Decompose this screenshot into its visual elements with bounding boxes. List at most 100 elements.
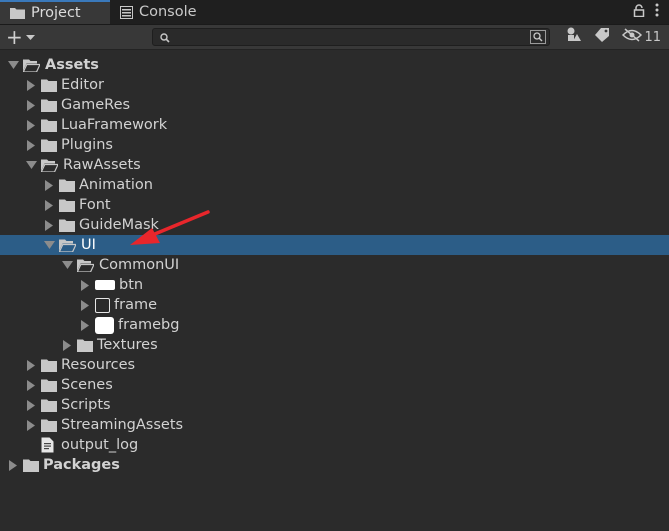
tree-item-frame[interactable]: frame [0,295,669,315]
project-toolbar: + 11 [0,25,669,50]
tab-console[interactable]: Console [110,0,220,24]
expand-arrow-down-icon[interactable] [25,159,37,171]
tree-item-scenes[interactable]: Scenes [0,375,669,395]
tree-item-label: Textures [97,337,158,353]
expand-arrow-right-icon[interactable] [25,119,37,131]
expand-arrow-down-icon[interactable] [43,239,55,251]
folder-icon [59,178,75,192]
expand-arrow-down-icon[interactable] [61,259,73,271]
search-by-type-icon[interactable] [530,30,546,48]
tree-item-label: LuaFramework [61,117,168,133]
sprite-btn-icon [95,280,115,290]
tree-item-label: RawAssets [63,157,141,173]
more-options-icon[interactable] [655,3,659,21]
tab-label: Project [31,5,81,21]
tree-item-label: GameRes [61,97,131,113]
tree-item-commonui[interactable]: CommonUI [0,255,669,275]
tree-item-ui[interactable]: UI [0,235,669,255]
tree-item-luaframework[interactable]: LuaFramework [0,115,669,135]
folder-open-icon [59,238,77,252]
sprite-frame-icon [95,297,110,313]
expand-arrow-right-icon[interactable] [61,339,73,351]
expand-arrow-right-icon[interactable] [79,279,91,291]
expand-arrow-right-icon[interactable] [25,99,37,111]
expand-arrow-right-icon[interactable] [25,79,37,91]
search-icon [160,31,170,47]
tree-item-animation[interactable]: Animation [0,175,669,195]
tree-item-packages[interactable]: Packages [0,455,669,475]
expand-arrow-right-icon[interactable] [79,299,91,311]
tree-item-label: btn [119,277,144,293]
folder-icon [41,418,57,432]
tree-item-label: Scenes [61,377,113,393]
tree-item-label: CommonUI [99,257,180,273]
search-field[interactable] [152,28,550,46]
folder-icon [10,7,25,19]
tab-project[interactable]: Project [0,0,110,24]
lock-icon[interactable] [633,3,645,21]
tree-item-label: Editor [61,77,104,93]
tree-item-label: Plugins [61,137,113,153]
expand-arrow-right-icon[interactable] [7,459,19,471]
tree-item-label: Packages [43,457,120,473]
tree-item-output-log[interactable]: output_log [0,435,669,455]
expand-arrow-right-icon[interactable] [25,359,37,371]
tree-item-label: Animation [79,177,153,193]
folder-icon [41,398,57,412]
tree-item-font[interactable]: Font [0,195,669,215]
expand-arrow-right-icon[interactable] [79,319,91,331]
expand-arrow-right-icon[interactable] [25,139,37,151]
tree-item-textures[interactable]: Textures [0,335,669,355]
tree-item-label: Font [79,197,111,213]
tree-item-guidemask[interactable]: GuideMask [0,215,669,235]
label-tag-icon[interactable] [594,28,610,46]
expand-arrow-right-icon[interactable] [25,399,37,411]
tree-item-label: StreamingAssets [61,417,184,433]
plus-label: + [6,25,23,49]
expand-arrow-right-icon[interactable] [25,419,37,431]
folder-open-icon [77,258,95,272]
tree-item-label: GuideMask [79,217,159,233]
chevron-down-icon [25,29,35,45]
search-by-type-filter-icon[interactable] [566,27,582,47]
hidden-packages-icon[interactable] [622,28,643,46]
tree-item-label: Scripts [61,397,111,413]
asset-tree: Assets Editor GameRes LuaFramework Plugins Ra… [0,55,669,475]
tree-item-scripts[interactable]: Scripts [0,395,669,415]
folder-icon [41,78,57,92]
console-icon [120,5,133,19]
tree-item-assets[interactable]: Assets [0,55,669,75]
folder-open-icon [23,58,41,72]
tree-item-label: Assets [45,57,99,73]
folder-icon [59,198,75,212]
tree-item-resources[interactable]: Resources [0,355,669,375]
tree-item-label: frame [114,297,157,313]
folder-icon [41,118,57,132]
tree-item-streamingassets[interactable]: StreamingAssets [0,415,669,435]
expand-arrow-right-icon[interactable] [25,379,37,391]
folder-icon [23,458,39,472]
tree-item-label: UI [81,237,96,253]
add-asset-button[interactable]: + [6,27,35,47]
expand-arrow-down-icon[interactable] [7,59,19,71]
folder-icon [77,338,93,352]
expand-arrow-right-icon[interactable] [43,219,55,231]
folder-open-icon [41,158,59,172]
tab-bar: Project Console [0,0,669,25]
tree-item-editor[interactable]: Editor [0,75,669,95]
folder-icon [41,138,57,152]
hidden-package-count: 11 [644,29,661,45]
expand-arrow-right-icon[interactable] [43,199,55,211]
sprite-framebg-icon [95,316,114,334]
expand-arrow-right-icon[interactable] [43,179,55,191]
tree-item-btn[interactable]: btn [0,275,669,295]
folder-icon [41,358,57,372]
search-input[interactable] [173,29,523,45]
tree-item-label: output_log [61,437,139,453]
tree-item-plugins[interactable]: Plugins [0,135,669,155]
tree-item-rawassets[interactable]: RawAssets [0,155,669,175]
tree-item-gameres[interactable]: GameRes [0,95,669,115]
text-file-icon [41,437,57,453]
folder-icon [41,378,57,392]
tree-item-framebg[interactable]: framebg [0,315,669,335]
